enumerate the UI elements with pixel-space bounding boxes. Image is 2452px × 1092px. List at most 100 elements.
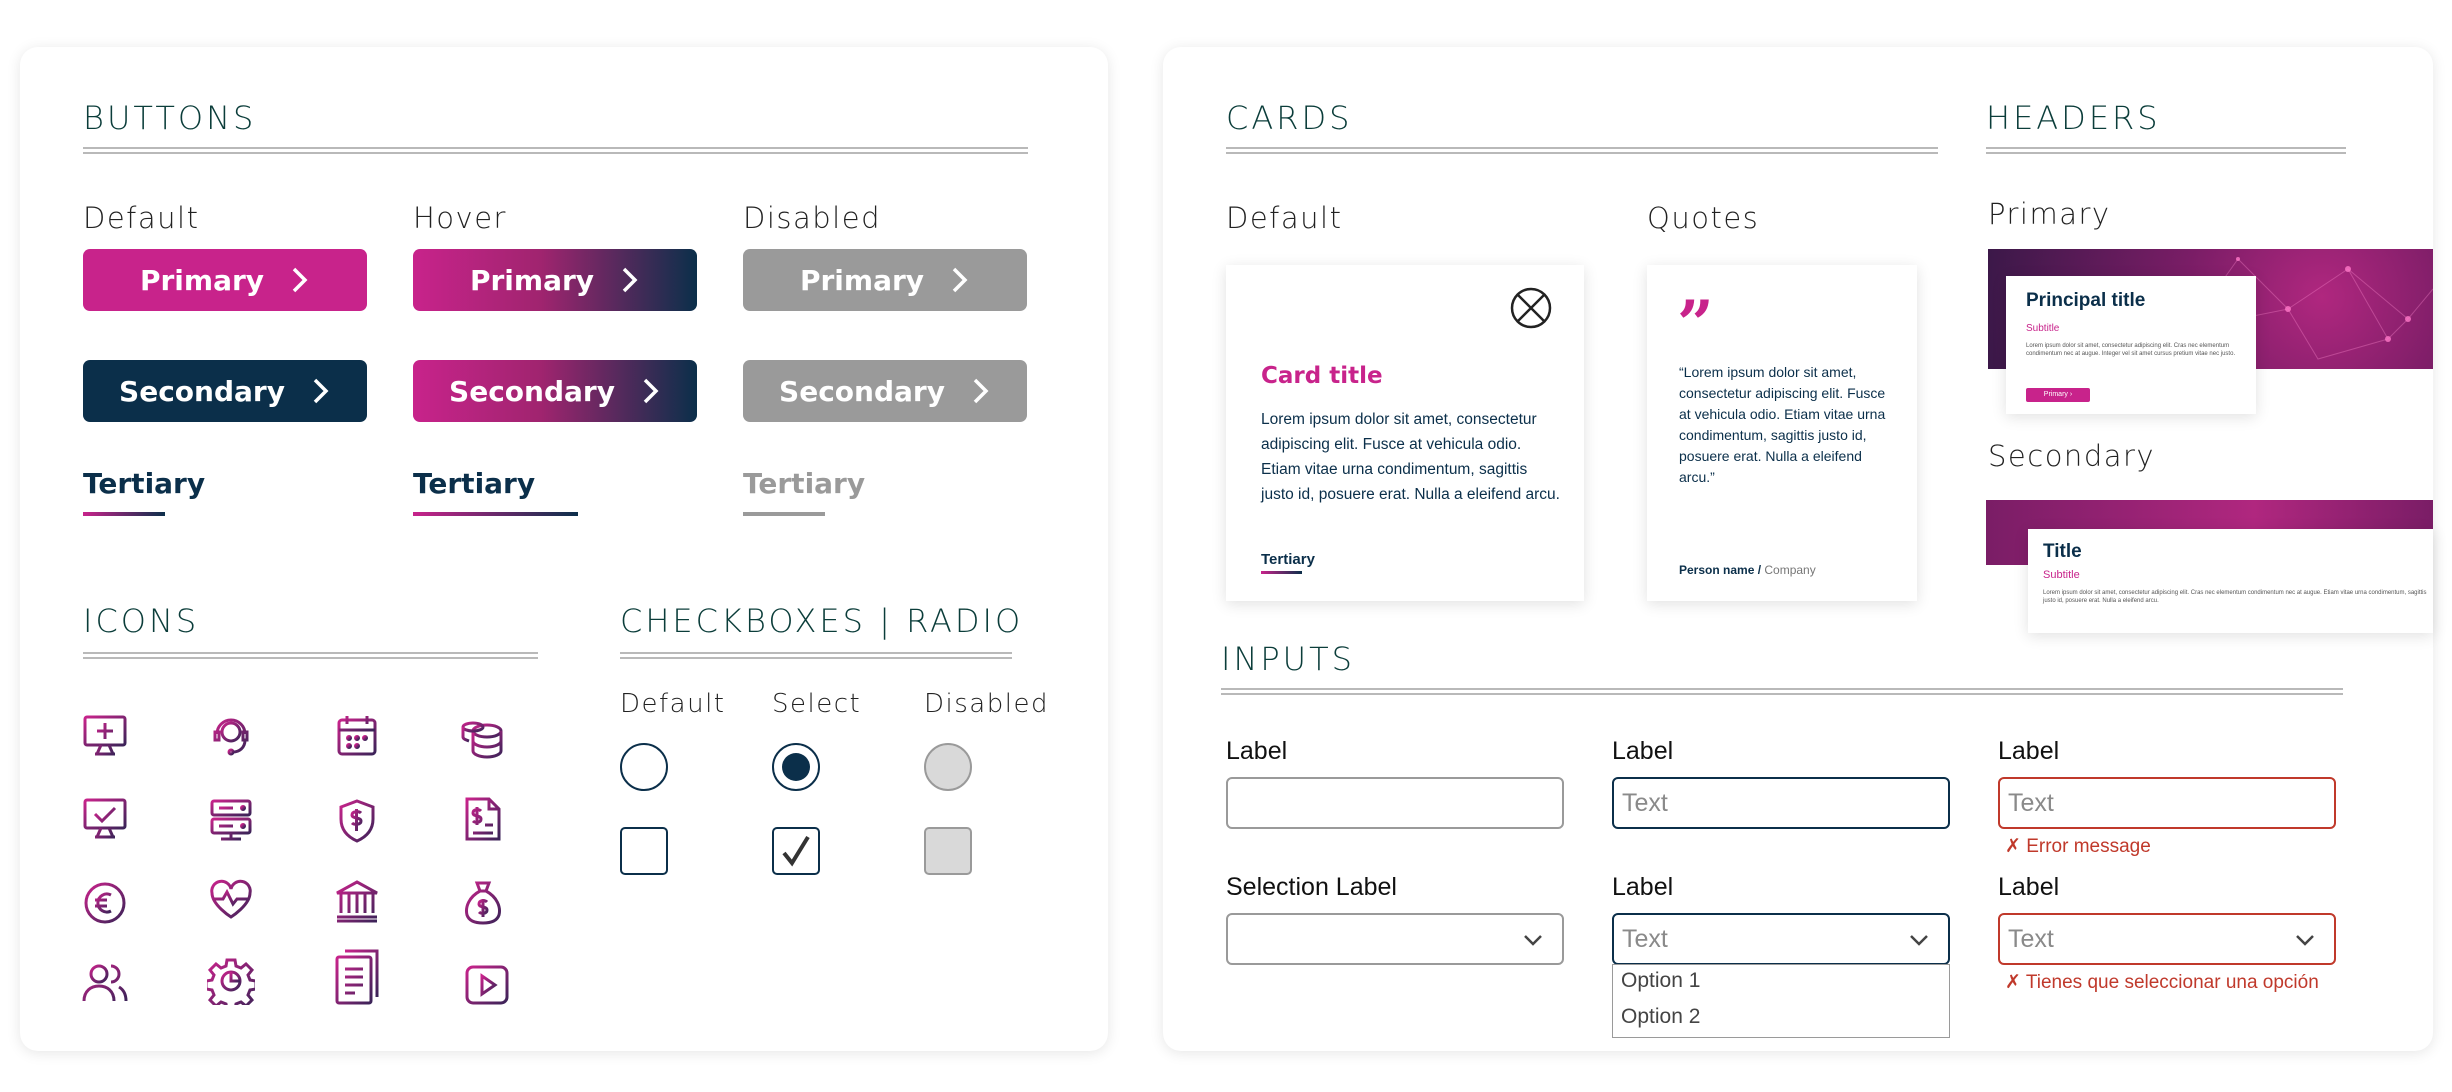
quote-text: “Lorem ipsum dolor sit amet, consectetur… [1679,364,1886,485]
card-title: Card title [1261,363,1383,389]
primary-header-subtitle: Subtitle [2026,323,2060,334]
chevron-right-icon [292,267,308,293]
section-divider [620,652,1012,659]
section-divider [1226,147,1938,154]
input-value: Text [2008,789,2054,817]
input-label: Label [1612,737,1674,765]
quote-company: Company [1764,563,1816,577]
radio-default[interactable] [620,743,668,791]
radio-selected[interactable] [772,743,820,791]
primary-header-title: Principal title [2026,290,2146,311]
tertiary-link-hover[interactable]: Tertiary [413,467,535,500]
secondary-header-title: Title [2043,541,2082,562]
quote-mark: ” [1677,287,1714,362]
heart-pulse-icon [210,879,252,919]
text-input-default[interactable] [1226,777,1564,829]
card-link[interactable]: Tertiary [1261,551,1315,568]
check-state-disabled: Disabled [924,689,1049,719]
documents-icon [335,949,379,1005]
chevron-right-icon [973,378,989,404]
input-error-message: ✗ Error message [2005,836,2151,857]
euro-coin-icon [84,882,126,924]
primary-header-button-label: Primary [2043,391,2068,398]
tertiary-underline [83,512,165,516]
headset-agent-icon [213,718,249,756]
section-divider [1221,688,2343,695]
secondary-button-label: Secondary [779,374,945,408]
primary-button-hover[interactable]: Primary [413,249,697,311]
select-options-list: Option 1 Option 2 [1612,964,1950,1038]
play-video-icon [465,965,509,1005]
select-open[interactable]: Text [1612,913,1950,965]
checkbox-disabled [924,827,972,875]
checkboxes-section-title: CHECKBOXES | RADIO [620,602,1024,640]
secondary-button-label: Secondary [449,374,615,408]
secondary-button[interactable]: Secondary [83,360,367,422]
text-input-focused[interactable]: Text [1612,777,1950,829]
money-bag-icon [465,881,501,925]
calendar-icon [337,716,377,756]
icons-section-title: ICONS [83,602,200,640]
headers-section-title: HEADERS [1986,99,2161,137]
inputs-section-title: INPUTS [1221,640,1355,678]
select-default[interactable] [1226,913,1564,965]
tertiary-link[interactable]: Tertiary [83,467,205,500]
state-label-hover: Hover [413,201,507,235]
select-option[interactable]: Option 2 [1613,1001,1949,1037]
input-value: Text [1622,789,1668,817]
checkbox-default[interactable] [620,827,668,875]
section-divider [83,147,1028,154]
primary-header-button[interactable]: Primary › [2026,388,2090,402]
monitor-check-icon [83,798,127,839]
input-label: Label [1226,737,1288,765]
select-error[interactable]: Text [1998,913,2336,965]
select-label: Label [1612,873,1674,901]
select-option[interactable]: Option 1 [1613,965,1949,1001]
state-label-disabled: Disabled [743,201,881,235]
gear-chart-icon [207,958,255,1005]
content-card[interactable]: Card title Lorem ipsum dolor sit amet, c… [1226,265,1584,601]
monitor-plus-icon [83,715,127,756]
radio-disabled [924,743,972,791]
checkbox-checked[interactable] [772,827,820,875]
shield-dollar-icon [339,799,375,843]
check-state-default: Default [620,689,726,719]
check-state-select: Select [772,689,862,719]
input-label: Label [1998,737,2060,765]
select-value: Text [2008,925,2054,953]
components-panel-right: CARDS Default Quotes Card title Lorem ip… [1163,47,2433,1051]
select-value: Text [1622,925,1668,953]
select-error-message: ✗ Tienes que seleccionar una opción [2005,972,2319,993]
section-divider [1986,147,2346,154]
cards-section-title: CARDS [1226,99,1353,137]
chevron-right-icon [952,267,968,293]
tertiary-link-disabled: Tertiary [743,467,866,500]
secondary-header-content: Title Subtitle Lorem ipsum dolor sit ame… [2028,529,2433,633]
section-divider [83,652,538,659]
primary-button-label: Primary [469,263,595,297]
tertiary-underline-disabled [743,512,825,516]
card-state-default: Default [1226,201,1343,235]
card-body: Lorem ipsum dolor sit amet, consectetur … [1261,411,1560,503]
select-label: Label [1998,873,2060,901]
chevron-right-icon [622,267,638,293]
chevron-down-icon [2296,935,2314,946]
chevron-right-icon [313,378,329,404]
secondary-button-disabled: Secondary [743,360,1027,422]
error-text: Tienes que seleccionar una opción [2025,972,2319,993]
error-text: Error message [2026,836,2151,857]
primary-button-label: Primary [799,263,925,297]
state-label-default: Default [83,201,200,235]
bank-icon [336,880,378,923]
header-label-secondary: Secondary [1988,439,2156,473]
text-input-error[interactable]: Text [1998,777,2336,829]
primary-button-label: Primary [139,263,265,297]
radio-dot [782,753,810,781]
buttons-section-title: BUTTONS [83,99,257,137]
primary-button[interactable]: Primary [83,249,367,311]
close-icon[interactable] [1508,285,1554,331]
users-icon [82,964,128,1002]
invoice-dollar-icon [465,797,501,841]
secondary-button-hover[interactable]: Secondary [413,360,697,422]
card-link-underline [1261,571,1302,574]
